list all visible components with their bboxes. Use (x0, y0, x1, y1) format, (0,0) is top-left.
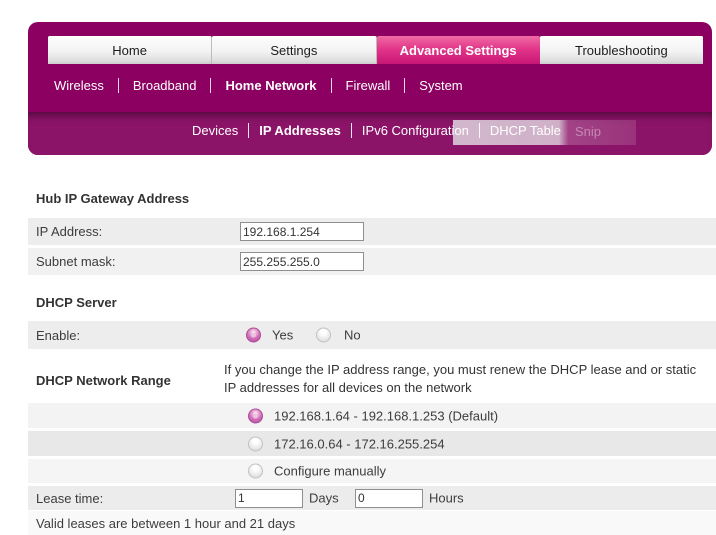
dhcp-enable-no-label: No (344, 327, 361, 343)
sectionnav-item-devices[interactable]: Devices (182, 123, 248, 138)
gateway-section-title: Hub IP Gateway Address (36, 191, 190, 206)
subnet-mask-input[interactable] (240, 252, 364, 271)
ip-address-label: IP Address: (36, 224, 103, 239)
dhcp-range-option-row: Configure manually (28, 459, 716, 483)
tab-home[interactable]: Home (48, 36, 213, 64)
lease-time-row: Lease time: Days Hours (28, 486, 716, 510)
subnet-mask-row: Subnet mask: (28, 248, 716, 275)
lease-hours-input[interactable] (355, 488, 423, 508)
subnav-item-firewall[interactable]: Firewall (332, 78, 405, 93)
lease-note-row: Valid leases are between 1 hour and 21 d… (28, 511, 716, 535)
lease-time-label: Lease time: (36, 490, 104, 506)
subnav-item-wireless[interactable]: Wireless (40, 78, 118, 93)
tab-troubleshooting[interactable]: Troubleshooting (539, 36, 703, 64)
dhcp-range-description: If you change the IP address range, you … (224, 362, 697, 395)
tab-troubleshooting-label: Troubleshooting (575, 42, 668, 58)
tab-advanced-settings[interactable]: Advanced Settings (376, 36, 540, 64)
dhcp-range-option-row: 192.168.1.64 - 192.168.1.253 (Default) (28, 403, 716, 428)
subnav-item-home-network[interactable]: Home Network (211, 78, 330, 93)
subnet-mask-label: Subnet mask: (36, 254, 116, 269)
subnav-item-system[interactable]: System (405, 78, 476, 93)
ip-address-row: IP Address: (28, 218, 716, 245)
dhcp-range-alt-label: 172.16.0.64 - 172.16.255.254 (274, 436, 445, 451)
nav-panel: Home Settings Advanced Settings Troubles… (28, 22, 712, 155)
dhcp-range-option-row: 172.16.0.64 - 172.16.255.254 (28, 431, 716, 456)
dhcp-range-manual-label: Configure manually (274, 463, 387, 479)
dhcp-enable-label: Enable: (36, 327, 81, 343)
days-label: Days (309, 490, 339, 506)
main-tabstrip: Home Settings Advanced Settings Troubles… (48, 36, 703, 64)
tab-home-label: Home (112, 42, 147, 58)
sectionnav-item-ip-addresses[interactable]: IP Addresses (249, 123, 351, 138)
subnav-item-broadband[interactable]: Broadband (119, 78, 211, 93)
dhcp-range-default-label: 192.168.1.64 - 192.168.1.253 (Default) (274, 408, 499, 423)
dhcp-range-manual-radio[interactable] (248, 463, 263, 479)
lease-note-text: Valid leases are between 1 hour and 21 d… (36, 515, 296, 531)
hours-label: Hours (429, 490, 464, 506)
snip-ghost-label: Snip (575, 124, 602, 139)
dhcp-range-section-title: DHCP Network Range (36, 373, 171, 388)
dhcp-range-alt-radio[interactable] (248, 436, 263, 451)
section-nav: Devices IP Addresses IPv6 Configuration … (182, 112, 571, 148)
lease-days-input[interactable] (235, 488, 303, 508)
dhcp-enable-yes-label: Yes (272, 327, 294, 343)
dhcp-enable-yes-radio[interactable] (246, 327, 261, 343)
sectionnav-item-ipv6-configuration[interactable]: IPv6 Configuration (352, 123, 479, 138)
subnav: Wireless Broadband Home Network Firewall… (40, 72, 477, 98)
tab-settings[interactable]: Settings (212, 36, 377, 64)
ip-address-input[interactable] (240, 222, 364, 241)
tab-settings-label: Settings (270, 42, 318, 58)
tab-advanced-settings-label: Advanced Settings (399, 42, 517, 58)
dhcp-enable-row: Enable: Yes No (28, 321, 716, 349)
dhcp-enable-no-radio[interactable] (316, 327, 331, 343)
sectionnav-item-dhcp-table[interactable]: DHCP Table (480, 123, 571, 138)
dhcp-server-section-title: DHCP Server (36, 295, 117, 310)
section-nav-band: Snip Devices IP Addresses IPv6 Configura… (28, 112, 712, 155)
dhcp-range-default-radio[interactable] (248, 408, 263, 423)
